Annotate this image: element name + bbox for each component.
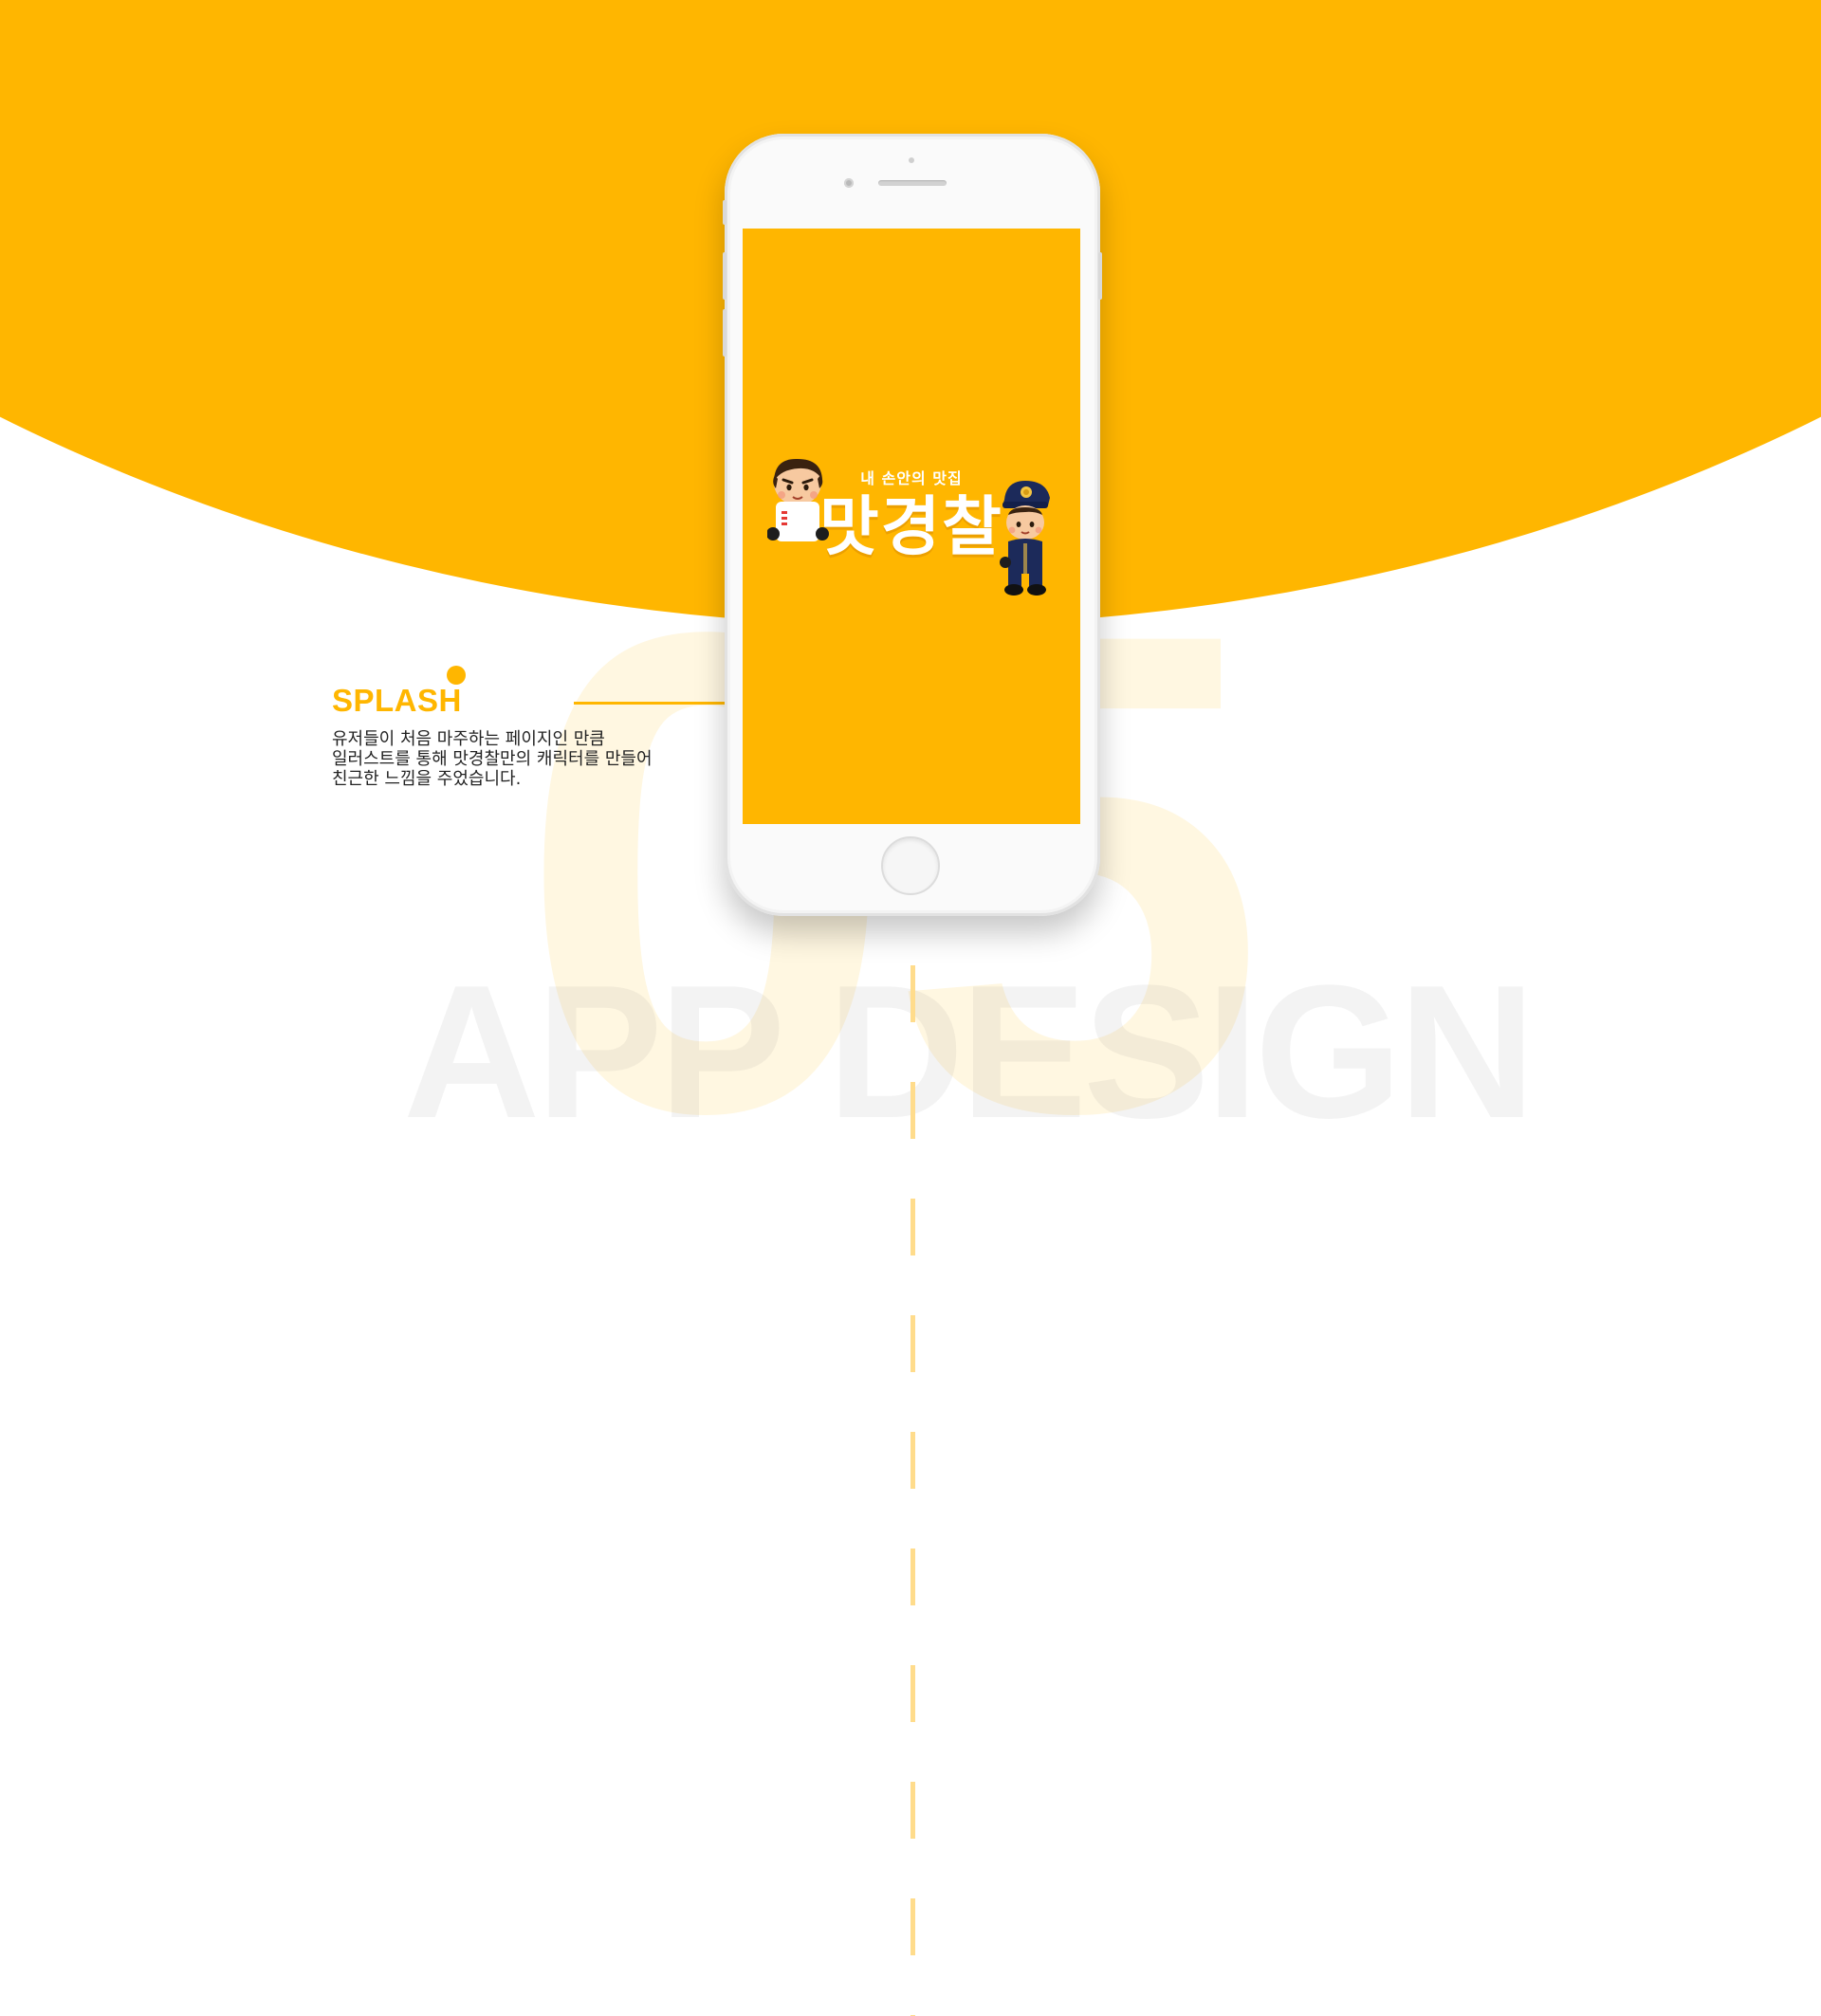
app-design-page: 05 APP DESIGN SPLASH 유저들이 처음 마주하는 페이지인 만… xyxy=(0,0,1821,2016)
dashed-guide-line xyxy=(910,965,915,2016)
phone-mockup: 내 손안의 맛집 맛경찰 xyxy=(723,134,1102,916)
boy-character-icon xyxy=(767,458,829,541)
description-line: 일러스트를 통해 맛경찰만의 캐릭터를 만들어 xyxy=(332,749,653,769)
volume-up-button xyxy=(723,252,727,300)
proximity-sensor xyxy=(909,157,914,163)
earpiece-speaker xyxy=(878,180,947,186)
splash-screen[interactable]: 내 손안의 맛집 맛경찰 xyxy=(743,229,1080,824)
section-title: SPLASH xyxy=(332,683,462,718)
volume-down-button xyxy=(723,309,727,357)
description-line: 친근한 느낌을 주었습니다. xyxy=(332,769,522,789)
section-dot-icon xyxy=(447,666,466,685)
front-camera-icon xyxy=(844,178,854,188)
power-button xyxy=(1098,252,1102,300)
description-line: 유저들이 처음 마주하는 페이지인 만큼 xyxy=(332,729,605,749)
police-character-icon xyxy=(1000,481,1050,596)
section-watermark: APP DESIGN xyxy=(403,946,1536,1158)
mute-switch xyxy=(723,200,727,225)
section-description: 유저들이 처음 마주하는 페이지인 만큼 일러스트를 통해 맛경찰만의 캐릭터를… xyxy=(332,729,653,789)
section-connector-line xyxy=(574,702,726,705)
home-button[interactable] xyxy=(881,836,940,895)
